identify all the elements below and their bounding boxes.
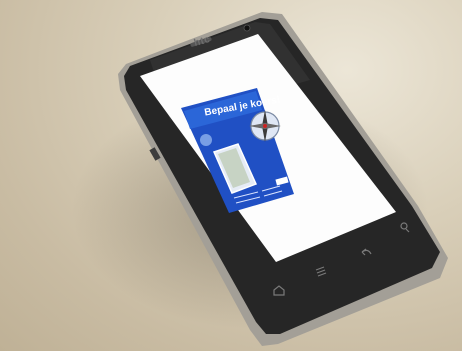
photo-scene: htc Bepaal je koers! xyxy=(0,0,462,351)
compass-center xyxy=(263,124,267,128)
smartphone xyxy=(118,12,448,346)
front-camera xyxy=(243,24,251,32)
ad-badge-icon xyxy=(200,134,212,146)
